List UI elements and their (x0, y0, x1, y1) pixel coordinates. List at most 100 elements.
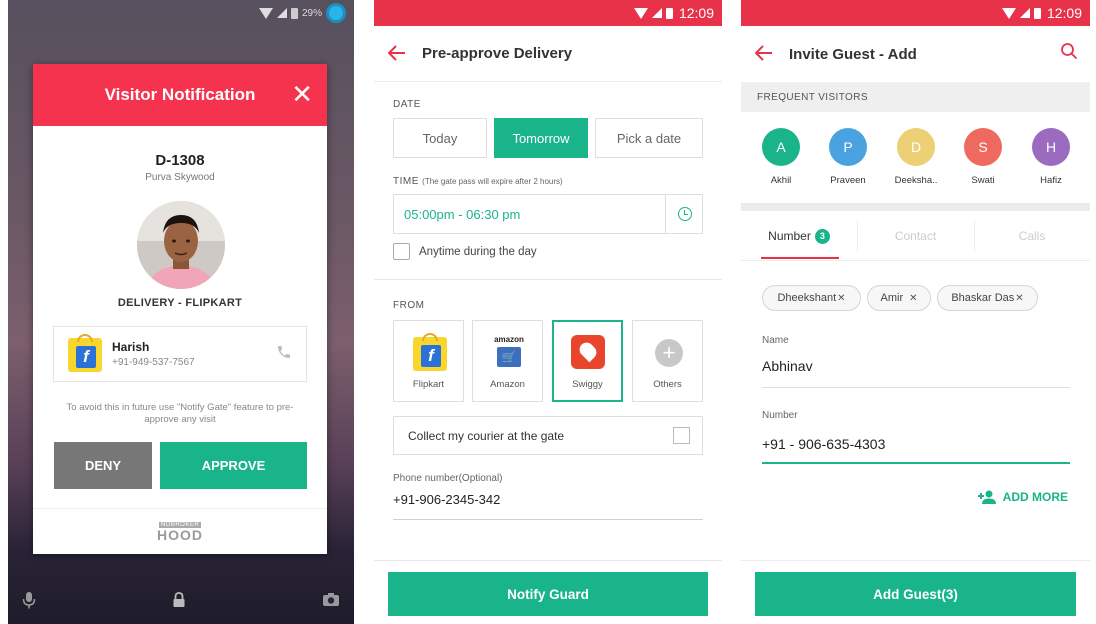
courier-name: Harish (112, 340, 150, 354)
frequent-visitors-header: FREQUENT VISITORS (741, 82, 1090, 112)
page-title: Pre-approve Delivery (422, 45, 573, 62)
courier-phone: +91-949-537-7567 (112, 357, 195, 368)
anytime-label: Anytime during the day (419, 246, 537, 258)
society-name: Purva Skywood (145, 172, 215, 183)
signal-icon (1019, 8, 1030, 18)
option-label: Swiggy (572, 379, 603, 390)
date-tomorrow-button[interactable]: Tomorrow (494, 118, 588, 158)
frequent-visitor[interactable]: D Deeksha.. (889, 128, 943, 186)
battery-level: 29% (301, 7, 322, 19)
flat-number: D-1308 (155, 152, 205, 169)
add-more-button[interactable]: ADD MORE (977, 490, 1068, 504)
frequent-visitor[interactable]: P Praveen (821, 128, 875, 186)
anytime-checkbox[interactable] (393, 243, 410, 260)
amazon-logo-icon: amazon 🛒 (492, 335, 526, 369)
chip-label: Amir (880, 292, 904, 304)
add-guest-button[interactable]: Add Guest(3) (755, 572, 1076, 616)
lockscreen-bar (8, 590, 354, 614)
lock-icon[interactable] (172, 591, 186, 613)
clock: 12:09 (678, 5, 714, 21)
close-icon[interactable]: ✕ (909, 293, 917, 304)
phone-label: Phone number(Optional) (393, 473, 503, 484)
flipkart-logo-icon: f (68, 334, 102, 372)
visitor-name: Hafiz (1040, 175, 1062, 186)
notify-guard-button[interactable]: Notify Guard (388, 572, 708, 616)
search-icon[interactable] (1060, 42, 1078, 60)
time-range-field[interactable]: 05:00pm - 06:30 pm (393, 194, 703, 234)
page-title: Invite Guest - Add (789, 45, 917, 63)
swiggy-logo-icon (571, 335, 605, 369)
section-divider (741, 203, 1090, 211)
delivery-type: DELIVERY - FLIPKART (117, 297, 243, 309)
guest-chip[interactable]: Amir ✕ (867, 285, 931, 311)
profile-icon[interactable] (326, 3, 346, 23)
close-icon[interactable]: ✕ (837, 293, 845, 304)
from-flipkart-option[interactable]: f Flipkart (393, 320, 464, 402)
chip-label: Bhaskar Das (951, 292, 1015, 304)
status-bar: 12:09 (741, 0, 1090, 26)
back-arrow-icon[interactable] (754, 41, 789, 67)
frequent-visitor[interactable]: H Hafiz (1024, 128, 1078, 186)
signal-icon (651, 8, 662, 18)
status-bar: 12:09 (374, 0, 722, 26)
app-bar: Invite Guest - Add (741, 26, 1090, 82)
from-amazon-option[interactable]: amazon 🛒 Amazon (472, 320, 543, 402)
tab-number[interactable]: Number 3 (741, 211, 857, 261)
visitor-name: Praveen (830, 175, 866, 186)
battery-icon (290, 7, 298, 19)
add-more-label: ADD MORE (1002, 490, 1068, 504)
phone-underline (393, 519, 703, 520)
microphone-icon[interactable] (22, 591, 36, 614)
wifi-icon (258, 7, 273, 19)
number-label: Number (762, 410, 798, 421)
camera-icon[interactable] (322, 592, 340, 612)
visitor-name: Swati (971, 175, 995, 186)
notify-gate-hint: To avoid this in future use "Notify Gate… (66, 402, 294, 425)
guest-chip[interactable]: Dheekshant ✕ (762, 285, 861, 311)
tab-calls[interactable]: Calls (974, 211, 1090, 261)
option-label: Others (653, 379, 682, 390)
time-label: TIME (The gate pass will expire after 2 … (393, 176, 563, 187)
wifi-icon (633, 7, 648, 19)
frequent-visitor[interactable]: A Akhil (754, 128, 808, 186)
count-badge: 3 (814, 228, 830, 244)
avatar: A (762, 128, 800, 166)
deny-button[interactable]: DENY (54, 442, 152, 489)
dialog-header: Visitor Notification ✕ (33, 64, 327, 126)
phone-input[interactable]: +91-906-2345-342 (393, 492, 500, 507)
number-underline-focused (762, 462, 1070, 464)
avatar: H (1032, 128, 1070, 166)
section-divider (374, 279, 722, 280)
status-bar: 29% (8, 0, 354, 26)
from-others-option[interactable]: + Others (632, 320, 703, 402)
add-person-icon (977, 490, 996, 504)
guest-chip[interactable]: Bhaskar Das ✕ (937, 285, 1038, 311)
tab-contact[interactable]: Contact (857, 211, 974, 261)
collect-at-gate-row[interactable]: Collect my courier at the gate (393, 416, 703, 455)
phone-icon[interactable] (276, 344, 292, 365)
time-range-value: 05:00pm - 06:30 pm (404, 207, 521, 222)
date-today-button[interactable]: Today (393, 118, 487, 158)
close-icon[interactable]: ✕ (291, 81, 313, 107)
number-input[interactable]: +91 - 906-635-4303 (762, 436, 885, 452)
back-arrow-icon[interactable] (387, 41, 422, 67)
close-icon[interactable]: ✕ (1015, 293, 1023, 304)
tab-label: Number (768, 229, 811, 243)
brand-logo: HOOD (157, 526, 203, 543)
frequent-visitor[interactable]: S Swati (956, 128, 1010, 186)
invite-guest-screen: 12:09 Invite Guest - Add FREQUENT VISITO… (741, 0, 1090, 624)
from-label: FROM (393, 300, 425, 311)
field-divider (665, 195, 666, 233)
time-note: (The gate pass will expire after 2 hours… (422, 177, 563, 186)
dialog-title: Visitor Notification (104, 85, 256, 104)
visitor-name: Akhil (770, 175, 792, 186)
collect-at-gate-checkbox[interactable] (673, 427, 690, 444)
from-swiggy-option[interactable]: Swiggy (552, 320, 623, 402)
name-input[interactable]: Abhinav (762, 358, 813, 374)
date-pick-button[interactable]: Pick a date (595, 118, 703, 158)
option-label: Amazon (490, 379, 525, 390)
clock-icon[interactable] (678, 207, 692, 221)
visitor-notification-dialog: Visitor Notification ✕ D-1308 Purva Skyw… (33, 64, 327, 554)
approve-button[interactable]: APPROVE (160, 442, 307, 489)
time-label-text: TIME (393, 176, 419, 187)
